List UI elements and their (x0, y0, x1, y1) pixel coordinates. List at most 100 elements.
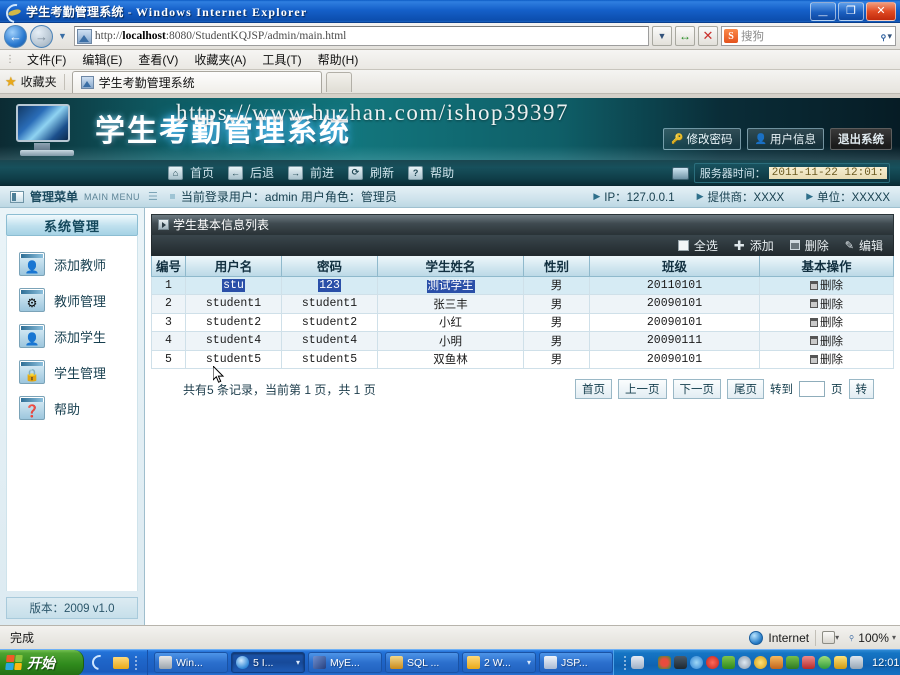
table-row[interactable]: 1 stu 123 测试学生 男 20110101 删除 (151, 275, 894, 295)
row-delete-button[interactable]: 删除 (810, 351, 843, 367)
task-button[interactable]: Win... (154, 652, 228, 673)
sidebar-item-student-management[interactable]: 🔒 学生管理 (7, 354, 137, 390)
last-page-button[interactable]: 尾页 (727, 379, 764, 399)
add-teacher-icon: 👤 (19, 252, 45, 276)
sidebar-item-teacher-management[interactable]: ⚙ 教师管理 (7, 282, 137, 318)
question-icon[interactable]: ? (408, 165, 424, 180)
blue-icon[interactable] (690, 656, 703, 669)
start-button[interactable]: 开始 (0, 649, 84, 675)
arrow-right-icon[interactable]: → (288, 165, 304, 180)
delete-button[interactable]: 删除 (789, 237, 829, 254)
arrow-left-icon[interactable]: ← (228, 165, 244, 180)
task-button[interactable]: MyE... (308, 652, 382, 673)
cell-actions[interactable]: 删除 (759, 275, 894, 295)
task-button[interactable]: 2 W... ▾ (462, 652, 536, 673)
maximize-icon: ❐ (846, 4, 856, 17)
new-tab-button[interactable] (325, 71, 352, 92)
qq2-icon[interactable] (802, 656, 815, 669)
favorites-label[interactable]: 收藏夹 (21, 73, 57, 90)
media-icon[interactable] (674, 656, 687, 669)
cell-gender: 男 (523, 294, 590, 314)
first-page-button[interactable]: 首页 (575, 379, 612, 399)
record-icon[interactable] (706, 656, 719, 669)
row-delete-button[interactable]: 删除 (810, 277, 843, 293)
task-button[interactable]: JSP... (539, 652, 613, 673)
menu-help[interactable]: 帮助(H) (310, 50, 367, 69)
url-bar[interactable]: http://localhost:8080/StudentKQJSP/admin… (73, 26, 649, 46)
folder-icon[interactable] (113, 656, 129, 669)
maximize-button[interactable]: ❐ (838, 1, 864, 21)
sidebar-item-add-student[interactable]: 👤 添加学生 (7, 318, 137, 354)
recent-pages-dropdown-icon[interactable]: ▼ (56, 31, 69, 41)
chevron-down-icon[interactable]: ▾ (527, 658, 531, 667)
qq-icon[interactable] (770, 656, 783, 669)
table-row[interactable]: 3 student2 student2 小红 男 20090101 删除 (151, 312, 894, 332)
browser-search-box[interactable]: S 搜狗 ⌕ ▾ (721, 26, 896, 46)
logout-button[interactable]: 退出系统 (830, 128, 892, 150)
next-page-button[interactable]: 下一页 (672, 379, 721, 399)
home-icon[interactable]: ⌂ (168, 165, 183, 180)
row-delete-label: 删除 (820, 335, 843, 348)
search-go-group[interactable]: ⌕ ▾ (875, 28, 893, 44)
row-delete-button[interactable]: 删除 (810, 333, 843, 349)
goto-button[interactable]: 转 (848, 379, 874, 399)
minimize-button[interactable]: _ (810, 1, 836, 21)
table-row[interactable]: 5 student5 student5 双鱼林 男 20090101 删除 (151, 349, 894, 369)
zoom-control[interactable]: ⌕ 100% ▾ (839, 631, 896, 645)
nav-home[interactable]: 首页 (186, 164, 225, 181)
zoom-chevron-icon[interactable]: ▾ (892, 633, 896, 642)
menu-favorites[interactable]: 收藏夹(A) (186, 50, 254, 69)
checkbox-icon[interactable] (677, 239, 689, 251)
yellow-icon[interactable] (754, 656, 767, 669)
row-delete-label: 删除 (820, 354, 843, 366)
cell-actions[interactable]: 删除 (759, 331, 894, 351)
taskbar-clock[interactable]: 12:01 (866, 657, 900, 669)
menu-edit[interactable]: 编辑(E) (74, 50, 130, 69)
refresh-button[interactable]: ↔ (675, 26, 695, 46)
prev-page-button[interactable]: 上一页 (618, 379, 667, 399)
table-row[interactable]: 4 student4 student4 小明 男 20090111 删除 (151, 331, 894, 351)
back-button[interactable]: ← (4, 24, 27, 48)
favorites-star-icon[interactable]: ★ (5, 74, 17, 90)
task-button[interactable]: SQL ... (385, 652, 459, 673)
sidebar-item-add-teacher[interactable]: 👤 添加教师 (7, 246, 137, 282)
menu-view[interactable]: 查看(V) (130, 50, 186, 69)
row-delete-button[interactable]: 删除 (810, 296, 843, 312)
menu-tools[interactable]: 工具(T) (254, 50, 309, 69)
edit-button[interactable]: ✎ 编辑 (845, 237, 883, 254)
cell-actions[interactable]: 删除 (759, 294, 894, 314)
change-password-button[interactable]: 🔑 修改密码 (663, 128, 741, 150)
sidebar-item-help[interactable]: ❓ 帮助 (7, 390, 137, 426)
cell-actions[interactable]: 删除 (759, 349, 894, 369)
grid-icon[interactable] (722, 656, 735, 669)
leaf-icon[interactable] (786, 656, 799, 669)
c-icon[interactable] (818, 656, 831, 669)
globe-icon[interactable] (738, 656, 751, 669)
p-icon[interactable] (631, 656, 644, 669)
close-button[interactable]: ✕ (866, 1, 896, 21)
security-zone[interactable]: Internet (749, 630, 809, 645)
refresh-icon[interactable]: ⟳ (348, 165, 364, 180)
forward-button[interactable]: → (30, 24, 53, 48)
select-all-button[interactable]: 全选 (677, 237, 718, 254)
nav-forward[interactable]: 前进 (306, 164, 345, 181)
nav-back[interactable]: 后退 (246, 164, 285, 181)
cell-actions[interactable]: 删除 (759, 312, 894, 332)
green-icon[interactable] (658, 656, 671, 669)
user-info-button[interactable]: 👤 用户信息 (746, 128, 824, 150)
row-delete-button[interactable]: 删除 (810, 314, 843, 330)
browser-tab[interactable]: 学生考勤管理系统 (71, 70, 322, 93)
chevron-down-icon[interactable]: ▾ (296, 658, 300, 667)
shield-icon[interactable] (834, 656, 847, 669)
nav-help[interactable]: 帮助 (426, 164, 465, 181)
cube-icon[interactable] (850, 656, 863, 669)
table-row[interactable]: 2 student1 student1 张三丰 男 20090101 删除 (151, 294, 894, 314)
address-dropdown-button[interactable]: ▼ (652, 26, 672, 46)
menu-file[interactable]: 文件(F) (19, 50, 74, 69)
nav-refresh[interactable]: 刷新 (366, 164, 405, 181)
add-button[interactable]: ✚ 添加 (734, 237, 774, 254)
ie-icon[interactable] (89, 652, 110, 673)
stop-button[interactable]: ✕ (698, 26, 718, 46)
task-button[interactable]: 5 I... ▾ (231, 652, 305, 673)
goto-page-input[interactable] (799, 381, 825, 397)
